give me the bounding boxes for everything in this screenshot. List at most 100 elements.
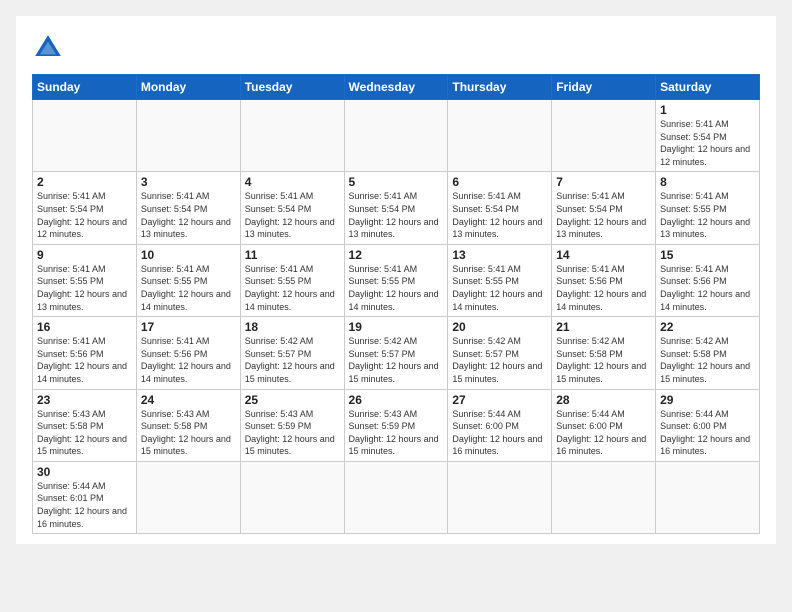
day-info-21: Sunrise: 5:42 AM Sunset: 5:58 PM Dayligh… bbox=[556, 335, 651, 385]
header bbox=[32, 32, 760, 64]
day-info-19: Sunrise: 5:42 AM Sunset: 5:57 PM Dayligh… bbox=[349, 335, 444, 385]
day-number-20: 20 bbox=[452, 320, 547, 334]
day-cell-7: 7 Sunrise: 5:41 AM Sunset: 5:54 PM Dayli… bbox=[552, 172, 656, 244]
day-info-8: Sunrise: 5:41 AM Sunset: 5:55 PM Dayligh… bbox=[660, 190, 755, 240]
day-cell-20: 20 Sunrise: 5:42 AM Sunset: 5:57 PM Dayl… bbox=[448, 317, 552, 389]
day-cell-28: 28 Sunrise: 5:44 AM Sunset: 6:00 PM Dayl… bbox=[552, 389, 656, 461]
day-info-1: Sunrise: 5:41 AM Sunset: 5:54 PM Dayligh… bbox=[660, 118, 755, 168]
empty-cell-w0-d2 bbox=[240, 100, 344, 172]
header-wednesday: Wednesday bbox=[344, 75, 448, 100]
day-info-25: Sunrise: 5:43 AM Sunset: 5:59 PM Dayligh… bbox=[245, 408, 340, 458]
day-cell-27: 27 Sunrise: 5:44 AM Sunset: 6:00 PM Dayl… bbox=[448, 389, 552, 461]
page: Sunday Monday Tuesday Wednesday Thursday… bbox=[16, 16, 776, 544]
day-info-27: Sunrise: 5:44 AM Sunset: 6:00 PM Dayligh… bbox=[452, 408, 547, 458]
day-cell-14: 14 Sunrise: 5:41 AM Sunset: 5:56 PM Dayl… bbox=[552, 244, 656, 316]
empty-cell-w0-d5 bbox=[552, 100, 656, 172]
day-info-26: Sunrise: 5:43 AM Sunset: 5:59 PM Dayligh… bbox=[349, 408, 444, 458]
empty-cell-w0-d3 bbox=[344, 100, 448, 172]
day-info-9: Sunrise: 5:41 AM Sunset: 5:55 PM Dayligh… bbox=[37, 263, 132, 313]
day-cell-9: 9 Sunrise: 5:41 AM Sunset: 5:55 PM Dayli… bbox=[33, 244, 137, 316]
day-cell-21: 21 Sunrise: 5:42 AM Sunset: 5:58 PM Dayl… bbox=[552, 317, 656, 389]
day-number-5: 5 bbox=[349, 175, 444, 189]
day-number-10: 10 bbox=[141, 248, 236, 262]
day-number-30: 30 bbox=[37, 465, 132, 479]
day-number-17: 17 bbox=[141, 320, 236, 334]
day-info-6: Sunrise: 5:41 AM Sunset: 5:54 PM Dayligh… bbox=[452, 190, 547, 240]
day-number-24: 24 bbox=[141, 393, 236, 407]
empty-cell-w5-d4 bbox=[448, 461, 552, 533]
day-info-14: Sunrise: 5:41 AM Sunset: 5:56 PM Dayligh… bbox=[556, 263, 651, 313]
day-number-2: 2 bbox=[37, 175, 132, 189]
day-cell-8: 8 Sunrise: 5:41 AM Sunset: 5:55 PM Dayli… bbox=[656, 172, 760, 244]
day-info-29: Sunrise: 5:44 AM Sunset: 6:00 PM Dayligh… bbox=[660, 408, 755, 458]
day-info-11: Sunrise: 5:41 AM Sunset: 5:55 PM Dayligh… bbox=[245, 263, 340, 313]
day-number-22: 22 bbox=[660, 320, 755, 334]
day-number-3: 3 bbox=[141, 175, 236, 189]
day-number-28: 28 bbox=[556, 393, 651, 407]
day-info-7: Sunrise: 5:41 AM Sunset: 5:54 PM Dayligh… bbox=[556, 190, 651, 240]
empty-cell-w0-d4 bbox=[448, 100, 552, 172]
day-number-7: 7 bbox=[556, 175, 651, 189]
day-number-6: 6 bbox=[452, 175, 547, 189]
day-number-23: 23 bbox=[37, 393, 132, 407]
header-friday: Friday bbox=[552, 75, 656, 100]
day-number-11: 11 bbox=[245, 248, 340, 262]
day-number-27: 27 bbox=[452, 393, 547, 407]
day-cell-5: 5 Sunrise: 5:41 AM Sunset: 5:54 PM Dayli… bbox=[344, 172, 448, 244]
day-cell-13: 13 Sunrise: 5:41 AM Sunset: 5:55 PM Dayl… bbox=[448, 244, 552, 316]
header-saturday: Saturday bbox=[656, 75, 760, 100]
day-info-30: Sunrise: 5:44 AM Sunset: 6:01 PM Dayligh… bbox=[37, 480, 132, 530]
day-number-8: 8 bbox=[660, 175, 755, 189]
day-number-13: 13 bbox=[452, 248, 547, 262]
day-cell-10: 10 Sunrise: 5:41 AM Sunset: 5:55 PM Dayl… bbox=[136, 244, 240, 316]
day-cell-11: 11 Sunrise: 5:41 AM Sunset: 5:55 PM Dayl… bbox=[240, 244, 344, 316]
calendar: Sunday Monday Tuesday Wednesday Thursday… bbox=[32, 74, 760, 534]
day-number-9: 9 bbox=[37, 248, 132, 262]
day-cell-2: 2 Sunrise: 5:41 AM Sunset: 5:54 PM Dayli… bbox=[33, 172, 137, 244]
day-info-22: Sunrise: 5:42 AM Sunset: 5:58 PM Dayligh… bbox=[660, 335, 755, 385]
day-cell-29: 29 Sunrise: 5:44 AM Sunset: 6:00 PM Dayl… bbox=[656, 389, 760, 461]
day-number-16: 16 bbox=[37, 320, 132, 334]
day-info-4: Sunrise: 5:41 AM Sunset: 5:54 PM Dayligh… bbox=[245, 190, 340, 240]
day-cell-22: 22 Sunrise: 5:42 AM Sunset: 5:58 PM Dayl… bbox=[656, 317, 760, 389]
empty-cell-w5-d3 bbox=[344, 461, 448, 533]
day-info-12: Sunrise: 5:41 AM Sunset: 5:55 PM Dayligh… bbox=[349, 263, 444, 313]
day-cell-24: 24 Sunrise: 5:43 AM Sunset: 5:58 PM Dayl… bbox=[136, 389, 240, 461]
empty-cell-w5-d1 bbox=[136, 461, 240, 533]
day-info-5: Sunrise: 5:41 AM Sunset: 5:54 PM Dayligh… bbox=[349, 190, 444, 240]
day-cell-12: 12 Sunrise: 5:41 AM Sunset: 5:55 PM Dayl… bbox=[344, 244, 448, 316]
weekday-header-row: Sunday Monday Tuesday Wednesday Thursday… bbox=[33, 75, 760, 100]
logo-icon bbox=[32, 32, 64, 64]
header-tuesday: Tuesday bbox=[240, 75, 344, 100]
week-row-4: 16 Sunrise: 5:41 AM Sunset: 5:56 PM Dayl… bbox=[33, 317, 760, 389]
day-number-4: 4 bbox=[245, 175, 340, 189]
day-number-29: 29 bbox=[660, 393, 755, 407]
day-number-21: 21 bbox=[556, 320, 651, 334]
empty-cell-w5-d6 bbox=[656, 461, 760, 533]
empty-cell-w0-d1 bbox=[136, 100, 240, 172]
day-number-1: 1 bbox=[660, 103, 755, 117]
day-info-15: Sunrise: 5:41 AM Sunset: 5:56 PM Dayligh… bbox=[660, 263, 755, 313]
day-cell-15: 15 Sunrise: 5:41 AM Sunset: 5:56 PM Dayl… bbox=[656, 244, 760, 316]
day-number-14: 14 bbox=[556, 248, 651, 262]
day-cell-25: 25 Sunrise: 5:43 AM Sunset: 5:59 PM Dayl… bbox=[240, 389, 344, 461]
day-number-12: 12 bbox=[349, 248, 444, 262]
week-row-5: 23 Sunrise: 5:43 AM Sunset: 5:58 PM Dayl… bbox=[33, 389, 760, 461]
day-cell-16: 16 Sunrise: 5:41 AM Sunset: 5:56 PM Dayl… bbox=[33, 317, 137, 389]
day-cell-19: 19 Sunrise: 5:42 AM Sunset: 5:57 PM Dayl… bbox=[344, 317, 448, 389]
day-cell-26: 26 Sunrise: 5:43 AM Sunset: 5:59 PM Dayl… bbox=[344, 389, 448, 461]
day-info-16: Sunrise: 5:41 AM Sunset: 5:56 PM Dayligh… bbox=[37, 335, 132, 385]
day-cell-1: 1 Sunrise: 5:41 AM Sunset: 5:54 PM Dayli… bbox=[656, 100, 760, 172]
week-row-2: 2 Sunrise: 5:41 AM Sunset: 5:54 PM Dayli… bbox=[33, 172, 760, 244]
empty-cell-w0-d0 bbox=[33, 100, 137, 172]
logo bbox=[32, 32, 68, 64]
empty-cell-w5-d5 bbox=[552, 461, 656, 533]
week-row-3: 9 Sunrise: 5:41 AM Sunset: 5:55 PM Dayli… bbox=[33, 244, 760, 316]
day-info-10: Sunrise: 5:41 AM Sunset: 5:55 PM Dayligh… bbox=[141, 263, 236, 313]
header-sunday: Sunday bbox=[33, 75, 137, 100]
day-info-24: Sunrise: 5:43 AM Sunset: 5:58 PM Dayligh… bbox=[141, 408, 236, 458]
day-info-17: Sunrise: 5:41 AM Sunset: 5:56 PM Dayligh… bbox=[141, 335, 236, 385]
week-row-1: 1 Sunrise: 5:41 AM Sunset: 5:54 PM Dayli… bbox=[33, 100, 760, 172]
day-cell-18: 18 Sunrise: 5:42 AM Sunset: 5:57 PM Dayl… bbox=[240, 317, 344, 389]
day-info-2: Sunrise: 5:41 AM Sunset: 5:54 PM Dayligh… bbox=[37, 190, 132, 240]
